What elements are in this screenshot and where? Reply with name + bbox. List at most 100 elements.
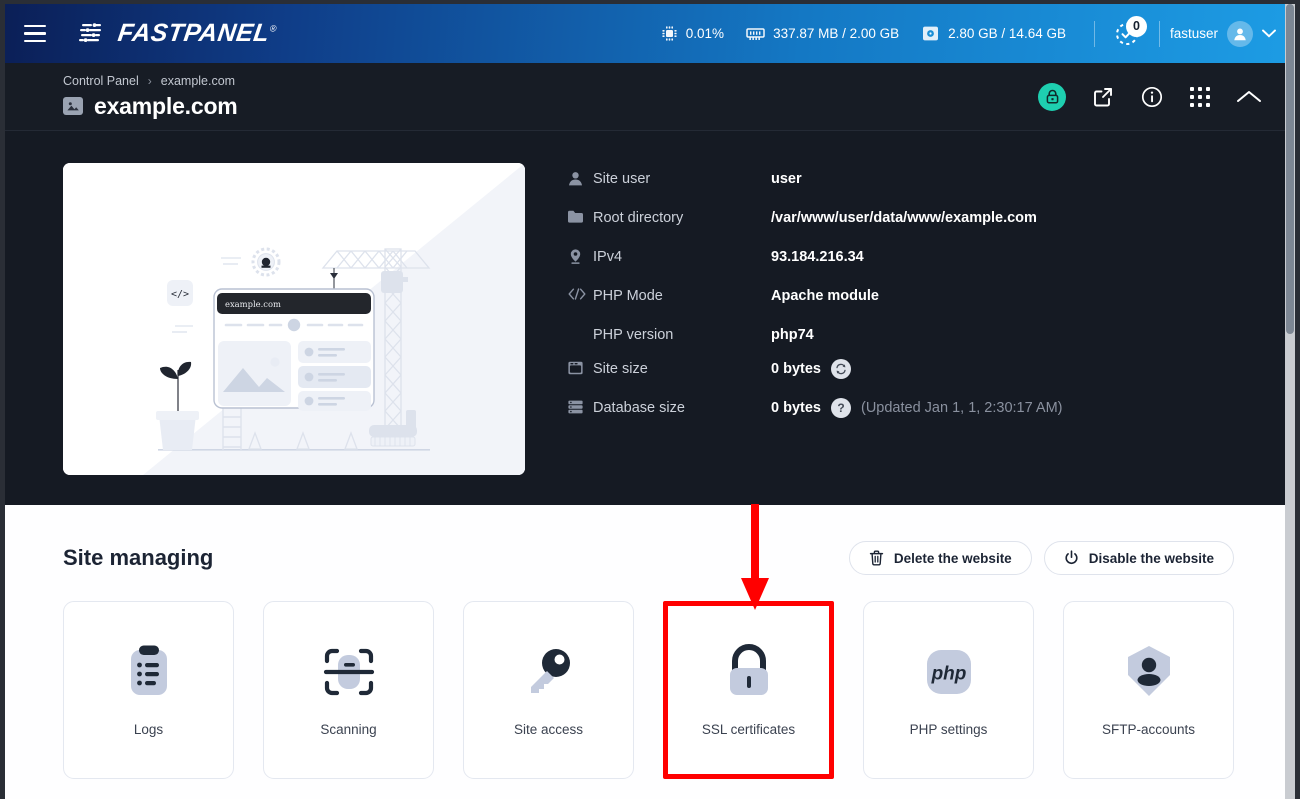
site-illustration-card: </> example.com: [63, 163, 525, 475]
page-title: example.com: [94, 92, 238, 119]
info-value-site-size: 0 bytes: [771, 359, 851, 379]
ram-icon: [746, 26, 765, 41]
site-info-section: </> example.com Site user user Root dire…: [5, 131, 1290, 505]
info-value-php-version: php74: [771, 327, 814, 343]
key-icon: [521, 644, 577, 700]
tile-label: Logs: [133, 721, 164, 737]
info-label: Site size: [593, 361, 648, 377]
help-icon[interactable]: ?: [830, 398, 851, 418]
window-icon: [567, 359, 593, 376]
database-icon: [567, 398, 593, 415]
svg-text:php: php: [930, 663, 966, 684]
status-bar: 0.01% 337.87 MB / 2.00 GB 2.80 GB / 14.6…: [661, 4, 1290, 63]
cpu-value: 0.01%: [685, 26, 725, 41]
brand-logo[interactable]: FASTPANEL®: [79, 19, 278, 48]
database-size-value: 0 bytes: [771, 400, 821, 416]
info-label: PHP Mode: [593, 288, 663, 304]
info-value-site-user: user: [771, 171, 802, 187]
tile-logs[interactable]: Logs: [63, 601, 234, 779]
tasks-count-badge: 0: [1125, 15, 1147, 37]
grid-apps-icon: [1190, 86, 1194, 91]
code-icon: [567, 286, 593, 301]
tile-ssl-certificates[interactable]: SSL certificates: [663, 601, 834, 779]
breadcrumb-separator-icon: ›: [147, 73, 152, 88]
info-row-site-size: Site size 0 bytes: [567, 359, 1262, 398]
username-label: fastuser: [1169, 26, 1218, 41]
tile-site-access[interactable]: Site access: [463, 601, 634, 779]
apps-button[interactable]: [1190, 86, 1210, 107]
cpu-stat: 0.01%: [661, 25, 724, 42]
tile-label: SFTP-accounts: [1101, 721, 1196, 737]
page-header-actions: [1038, 82, 1262, 111]
illustration-url: example.com: [225, 299, 281, 309]
tile-scanning[interactable]: Scanning: [263, 601, 434, 779]
delete-website-label: Delete the website: [893, 550, 1012, 566]
tile-label: SSL certificates: [701, 721, 796, 737]
open-site-button[interactable]: [1092, 86, 1114, 108]
power-icon: [1065, 550, 1078, 565]
info-row-database-size: Database size 0 bytes ? (Updated Jan 1, …: [567, 398, 1262, 437]
info-row-site-user: Site user user: [567, 169, 1262, 208]
divider: [1158, 20, 1160, 47]
delete-website-button[interactable]: Delete the website: [848, 541, 1032, 575]
info-circle-icon: [1141, 86, 1163, 107]
avatar: [1227, 20, 1253, 47]
disk-icon: [921, 25, 940, 42]
folder-icon: [567, 208, 593, 224]
ram-stat: 337.87 MB / 2.00 GB: [746, 26, 899, 41]
hamburger-menu-icon[interactable]: [5, 4, 64, 63]
browser-frame: FASTPANEL® 0.01% 337.87 MB / 2.00 GB 2.8…: [0, 0, 1300, 799]
tasks-button[interactable]: 0: [1101, 14, 1153, 54]
chevron-down-icon: [1262, 29, 1276, 38]
fastpanel-logo-icon: [79, 22, 101, 42]
tile-label: Scanning: [320, 721, 377, 737]
site-info-list: Site user user Root directory /var/www/u…: [567, 163, 1262, 505]
info-label: Database size: [593, 400, 685, 416]
info-value-ipv4: 93.184.216.34: [771, 249, 864, 265]
site-managing-actions: Delete the website Disable the website: [848, 541, 1234, 575]
disk-stat: 2.80 GB / 14.64 GB: [921, 25, 1066, 42]
padlock-icon: [722, 643, 776, 700]
location-icon: [567, 247, 593, 265]
chevron-up-icon: [1237, 90, 1261, 102]
site-image-icon: [63, 97, 83, 115]
info-row-php-version: PHP version php74: [567, 325, 1262, 359]
page-viewport: FASTPANEL® 0.01% 337.87 MB / 2.00 GB 2.8…: [5, 4, 1290, 799]
svg-text:</>: </>: [171, 289, 189, 300]
external-link-icon: [1094, 87, 1112, 106]
collapse-button[interactable]: [1236, 89, 1262, 105]
info-button[interactable]: [1140, 85, 1164, 109]
disable-website-label: Disable the website: [1088, 550, 1214, 566]
database-size-updated-note: (Updated Jan 1, 1, 2:30:17 AM): [860, 400, 1063, 416]
scan-icon: [320, 644, 378, 700]
disable-website-button[interactable]: Disable the website: [1043, 541, 1234, 575]
shield-user-icon: [1124, 644, 1174, 700]
vertical-scrollbar[interactable]: [1285, 4, 1295, 799]
user-menu[interactable]: fastuser: [1169, 20, 1276, 47]
info-row-ipv4: IPv4 93.184.216.34: [567, 247, 1262, 286]
info-value-root-directory: /var/www/user/data/www/example.com: [771, 210, 1037, 226]
tile-sftp-accounts[interactable]: SFTP-accounts: [1063, 601, 1234, 779]
under-construction-illustration: </> example.com: [63, 163, 525, 475]
tile-php-settings[interactable]: php PHP settings: [863, 601, 1034, 779]
page-header-left: Control Panel › example.com example.com: [63, 74, 238, 120]
divider: [1093, 20, 1095, 47]
php-icon: php: [923, 644, 975, 700]
ram-value: 337.87 MB / 2.00 GB: [773, 26, 900, 41]
refresh-icon[interactable]: [830, 359, 851, 379]
site-size-value: 0 bytes: [771, 361, 821, 377]
info-label: PHP version: [593, 327, 674, 343]
ssl-lock-button[interactable]: [1038, 82, 1066, 111]
page-header: Control Panel › example.com example.com: [5, 63, 1290, 131]
site-managing-header: Site managing Delete the website Disable…: [63, 541, 1234, 575]
breadcrumb-current[interactable]: example.com: [161, 74, 235, 88]
page-title-row: example.com: [63, 93, 238, 120]
lock-icon: [1046, 89, 1058, 104]
info-value-database-size: 0 bytes ? (Updated Jan 1, 1, 2:30:17 AM): [771, 398, 1063, 418]
info-row-php-mode: PHP Mode Apache module: [567, 286, 1262, 325]
scrollbar-thumb[interactable]: [1286, 4, 1294, 334]
breadcrumb-control-panel[interactable]: Control Panel: [63, 74, 139, 88]
brand-name: FASTPANEL®: [116, 19, 278, 47]
site-managing-section: Site managing Delete the website Disable…: [5, 505, 1290, 799]
cpu-icon: [661, 25, 678, 42]
